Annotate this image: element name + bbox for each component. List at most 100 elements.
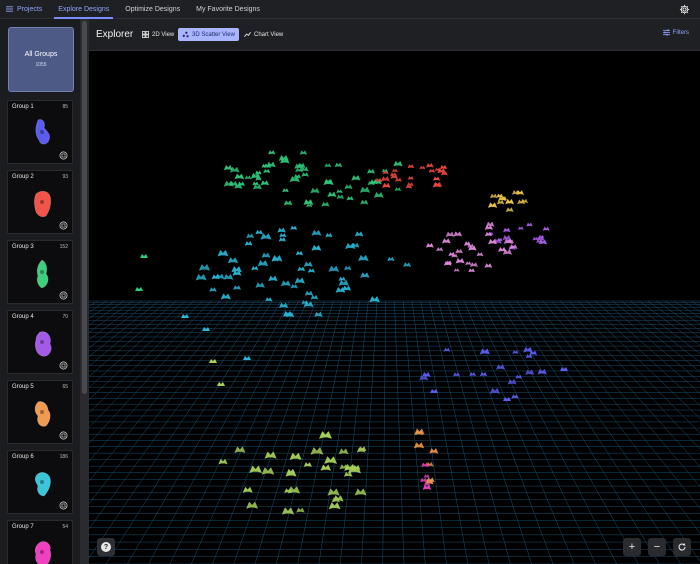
design-point[interactable]: [373, 191, 384, 198]
design-point[interactable]: [354, 231, 364, 237]
design-point[interactable]: [220, 293, 231, 300]
design-point[interactable]: [517, 226, 524, 230]
design-point[interactable]: [181, 314, 189, 318]
design-point[interactable]: [391, 168, 398, 173]
design-point[interactable]: [407, 176, 414, 180]
design-point[interactable]: [261, 252, 271, 258]
design-point[interactable]: [279, 232, 287, 238]
design-point[interactable]: [265, 297, 273, 302]
design-point[interactable]: [359, 186, 371, 193]
design-point[interactable]: [264, 451, 277, 459]
design-point[interactable]: [314, 311, 323, 317]
design-point[interactable]: [380, 176, 390, 182]
design-point[interactable]: [286, 468, 296, 475]
design-point[interactable]: [217, 382, 225, 386]
design-point[interactable]: [393, 160, 403, 167]
design-point[interactable]: [231, 266, 242, 273]
design-point[interactable]: [343, 265, 352, 271]
view-2d-button[interactable]: 2D View: [138, 28, 178, 41]
design-point[interactable]: [243, 356, 251, 360]
design-point[interactable]: [311, 229, 322, 236]
design-point[interactable]: [452, 372, 461, 377]
scatter-3d-canvas[interactable]: [89, 51, 700, 564]
help-button[interactable]: ?: [97, 538, 115, 556]
design-point[interactable]: [354, 488, 367, 496]
design-point[interactable]: [280, 280, 291, 287]
zoom-in-button[interactable]: +: [623, 538, 641, 556]
tab-explore-designs[interactable]: Explore Designs: [50, 0, 117, 19]
design-point[interactable]: [394, 177, 402, 182]
design-point[interactable]: [369, 296, 380, 303]
view-3d-scatter-button[interactable]: 3D Scatter View: [178, 28, 239, 41]
design-point[interactable]: [532, 236, 539, 241]
design-point[interactable]: [334, 162, 343, 168]
design-point[interactable]: [255, 229, 263, 235]
group-card[interactable]: Group 5 65: [7, 380, 73, 444]
design-point[interactable]: [209, 359, 217, 363]
gear-icon[interactable]: [679, 4, 690, 15]
design-point[interactable]: [358, 254, 369, 262]
design-point[interactable]: [198, 263, 211, 271]
group-card[interactable]: Group 3 152: [7, 240, 73, 304]
design-point[interactable]: [336, 189, 343, 194]
design-point[interactable]: [260, 233, 272, 240]
design-point[interactable]: [244, 241, 253, 246]
design-point[interactable]: [324, 163, 332, 168]
design-point[interactable]: [278, 237, 286, 242]
design-point[interactable]: [140, 254, 148, 258]
design-point[interactable]: [257, 259, 269, 267]
design-point[interactable]: [394, 187, 402, 192]
design-point[interactable]: [223, 164, 233, 171]
design-point[interactable]: [310, 187, 320, 194]
design-point[interactable]: [453, 231, 463, 237]
design-point[interactable]: [255, 282, 265, 288]
design-point[interactable]: [209, 287, 217, 292]
design-point[interactable]: [277, 227, 286, 233]
design-point[interactable]: [469, 372, 476, 377]
design-point[interactable]: [436, 246, 444, 252]
design-point[interactable]: [382, 182, 391, 188]
3d-rotate-icon[interactable]: [59, 361, 68, 370]
design-point[interactable]: [320, 464, 332, 471]
design-point[interactable]: [338, 279, 350, 286]
3d-rotate-icon[interactable]: [59, 501, 68, 510]
design-point[interactable]: [318, 431, 332, 439]
design-point[interactable]: [429, 448, 439, 454]
design-point[interactable]: [135, 287, 143, 291]
group-card[interactable]: Group 2 93: [7, 170, 73, 234]
design-point[interactable]: [526, 222, 533, 227]
design-point[interactable]: [297, 266, 306, 272]
design-point[interactable]: [413, 442, 425, 449]
design-point[interactable]: [338, 276, 346, 281]
3d-rotate-icon[interactable]: [59, 221, 68, 230]
design-point[interactable]: [505, 207, 514, 213]
design-point[interactable]: [301, 172, 309, 177]
design-point[interactable]: [215, 273, 225, 280]
design-point[interactable]: [299, 150, 308, 155]
design-point[interactable]: [425, 242, 434, 248]
design-point[interactable]: [525, 354, 533, 359]
design-point[interactable]: [423, 474, 430, 478]
design-point[interactable]: [489, 193, 498, 199]
zoom-out-button[interactable]: −: [648, 538, 666, 556]
design-point[interactable]: [374, 177, 383, 183]
design-point[interactable]: [217, 249, 229, 257]
design-point[interactable]: [366, 168, 376, 174]
design-point[interactable]: [278, 302, 289, 309]
design-point[interactable]: [290, 283, 298, 289]
design-point[interactable]: [202, 327, 210, 331]
design-point[interactable]: [489, 387, 501, 394]
design-point[interactable]: [260, 180, 270, 186]
design-point[interactable]: [310, 294, 319, 300]
design-point[interactable]: [403, 262, 412, 268]
design-point[interactable]: [560, 367, 568, 371]
design-point[interactable]: [445, 231, 455, 237]
design-point[interactable]: [244, 175, 252, 180]
design-point[interactable]: [234, 446, 246, 453]
design-point[interactable]: [425, 162, 434, 168]
all-groups-card[interactable]: All Groups 1055: [8, 27, 74, 92]
design-point[interactable]: [537, 368, 547, 375]
design-point[interactable]: [294, 277, 306, 284]
tab-optimize-designs[interactable]: Optimize Designs: [117, 0, 188, 19]
group-card[interactable]: Group 1 85: [7, 100, 73, 164]
